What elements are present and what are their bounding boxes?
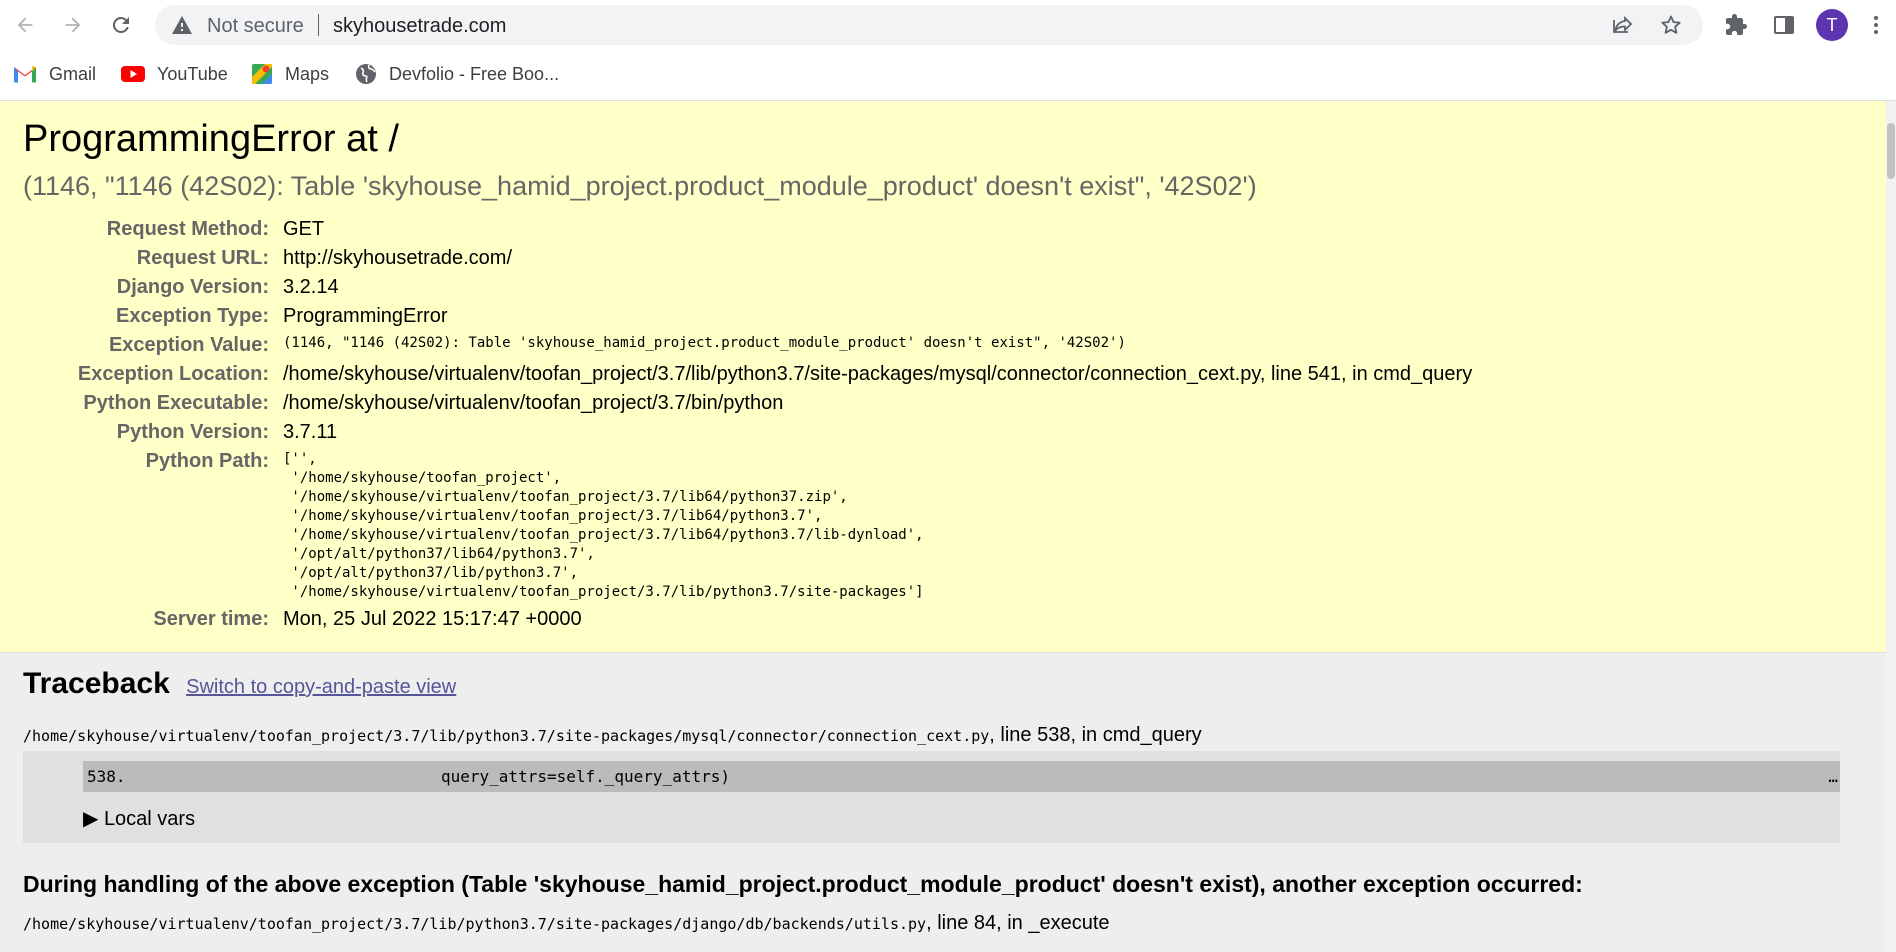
- meta-label: Request Method:: [106, 218, 269, 240]
- traceback-title: Traceback: [23, 667, 170, 700]
- more-menu-icon[interactable]: [1866, 13, 1886, 37]
- bookmark-gmail[interactable]: Gmail: [13, 62, 96, 86]
- security-status[interactable]: Not secure: [207, 15, 304, 38]
- meta-label: Request URL:: [136, 247, 269, 269]
- exception-value: (1146, "1146 (42S02): Table 'skyhouse_ha…: [283, 335, 1126, 351]
- traceback-frame: /home/skyhouse/virtualenv/toofan_project…: [23, 722, 1840, 843]
- python-path-list: ['', '/home/skyhouse/toofan_project', '/…: [283, 451, 924, 600]
- chained-exception-heading: During handling of the above exception (…: [23, 871, 1583, 897]
- bookmark-maps[interactable]: Maps: [251, 62, 329, 86]
- bookmark-label: Gmail: [49, 63, 97, 84]
- bookmark-devfolio[interactable]: Devfolio - Free Boo...: [355, 62, 559, 86]
- meta-value: http://skyhousetrade.com/: [283, 247, 513, 269]
- share-icon[interactable]: [1611, 13, 1635, 37]
- meta-row: Python Executable: /home/skyhouse/virtua…: [23, 389, 1472, 418]
- frame-file: /home/skyhouse/virtualenv/toofan_project…: [23, 915, 927, 933]
- maps-icon: [252, 64, 272, 84]
- meta-value: GET: [283, 218, 325, 240]
- meta-value: 3.7.11: [283, 421, 338, 443]
- bookmark-label: Maps: [285, 63, 330, 84]
- page-scrollbar[interactable]: [1886, 101, 1896, 952]
- meta-row: Django Version: 3.2.14: [23, 273, 1472, 302]
- error-page: ProgrammingError at / (1146, "1146 (42S0…: [0, 101, 1886, 952]
- frame-location: , line 84, in _execute: [926, 912, 1110, 934]
- forward-arrow-icon: [65, 17, 81, 33]
- meta-label: Python Executable:: [83, 392, 269, 414]
- expand-context-ellipsis[interactable]: …: [1828, 761, 1838, 792]
- youtube-icon: [121, 66, 145, 82]
- request-meta-table: Request Method: GET Request URL: http://…: [23, 215, 1472, 634]
- meta-row: Exception Type: ProgrammingError: [23, 302, 1472, 331]
- bookmark-label: YouTube: [157, 63, 228, 84]
- meta-row: Server time: Mon, 25 Jul 2022 15:17:47 +…: [23, 605, 1472, 634]
- traceback-section: Traceback Switch to copy-and-paste view …: [0, 653, 1886, 935]
- back-arrow-icon: [17, 17, 33, 33]
- meta-value: 3.2.14: [283, 276, 339, 298]
- error-message: (1146, "1146 (42S02): Table 'skyhouse_ha…: [23, 171, 1257, 201]
- meta-label: Django Version:: [116, 276, 269, 298]
- globe-icon: [356, 64, 376, 84]
- extensions-puzzle-icon[interactable]: [1724, 13, 1748, 37]
- bookmark-star-icon[interactable]: [1659, 13, 1683, 37]
- url-text[interactable]: skyhousetrade.com: [333, 15, 506, 38]
- meta-row: Exception Value: (1146, "1146 (42S02): T…: [23, 331, 1472, 360]
- meta-row: Python Version: 3.7.11: [23, 418, 1472, 447]
- frame-header: /home/skyhouse/virtualenv/toofan_project…: [23, 722, 1840, 751]
- meta-label: Python Version:: [116, 421, 269, 443]
- meta-label: Server time:: [153, 608, 269, 630]
- bookmark-youtube[interactable]: YouTube: [121, 62, 228, 86]
- meta-row: Exception Location: /home/skyhouse/virtu…: [23, 360, 1472, 389]
- switch-view-link[interactable]: Switch to copy-and-paste view: [186, 676, 456, 698]
- line-number: 538.: [87, 767, 126, 786]
- error-title: ProgrammingError at /: [23, 118, 399, 160]
- meta-label: Python Path:: [145, 450, 269, 472]
- meta-value: ['', '/home/skyhouse/toofan_project', '/…: [283, 447, 1472, 605]
- bookmark-label: Devfolio - Free Boo...: [389, 63, 560, 84]
- reload-button[interactable]: [105, 9, 137, 41]
- reload-icon: [112, 16, 129, 33]
- browser-toolbar: Not secure skyhousetrade.com T: [0, 0, 1896, 50]
- meta-value: /home/skyhouse/virtualenv/toofan_project…: [283, 363, 1473, 385]
- meta-value: /home/skyhouse/virtualenv/toofan_project…: [283, 392, 784, 414]
- code-line: query_attrs=self._query_attrs): [441, 767, 730, 786]
- frame-location: , line 538, in cmd_query: [989, 724, 1202, 746]
- frame-body: 538. query_attrs=self._query_attrs) … ▶ …: [23, 751, 1840, 843]
- meta-value: ProgrammingError: [283, 305, 448, 327]
- bookmarks-bar: Gmail YouTube Maps Devfolio - Free Boo..…: [0, 50, 1896, 98]
- back-button[interactable]: [9, 9, 41, 41]
- address-bar[interactable]: Not secure skyhousetrade.com: [155, 5, 1703, 45]
- frame-header: /home/skyhouse/virtualenv/toofan_project…: [23, 912, 1840, 935]
- local-vars-toggle[interactable]: ▶ Local vars: [83, 806, 1840, 831]
- gmail-icon: [14, 66, 36, 83]
- frame-file: /home/skyhouse/virtualenv/toofan_project…: [23, 727, 990, 745]
- meta-value: (1146, "1146 (42S02): Table 'skyhouse_ha…: [283, 331, 1472, 360]
- warning-icon[interactable]: [170, 13, 194, 37]
- meta-row: Request URL: http://skyhousetrade.com/: [23, 244, 1472, 273]
- meta-label: Exception Type:: [116, 305, 269, 327]
- traceback-heading: Traceback Switch to copy-and-paste view: [23, 665, 1840, 706]
- forward-button[interactable]: [57, 9, 89, 41]
- meta-row: Request Method: GET: [23, 215, 1472, 244]
- meta-label: Exception Location:: [77, 363, 269, 385]
- address-divider: [318, 14, 319, 36]
- meta-value: Mon, 25 Jul 2022 15:17:47 +0000: [283, 608, 582, 630]
- meta-row: Python Path: ['', '/home/skyhouse/toofan…: [23, 447, 1472, 605]
- browser-chrome: Not secure skyhousetrade.com T Gmail You…: [0, 0, 1896, 101]
- context-line[interactable]: 538. query_attrs=self._query_attrs) …: [83, 761, 1840, 792]
- error-summary: ProgrammingError at / (1146, "1146 (42S0…: [0, 101, 1886, 653]
- profile-avatar[interactable]: T: [1816, 9, 1848, 41]
- meta-label: Exception Value:: [108, 334, 269, 356]
- side-panel-icon[interactable]: [1772, 13, 1796, 37]
- scrollbar-thumb[interactable]: [1887, 123, 1895, 179]
